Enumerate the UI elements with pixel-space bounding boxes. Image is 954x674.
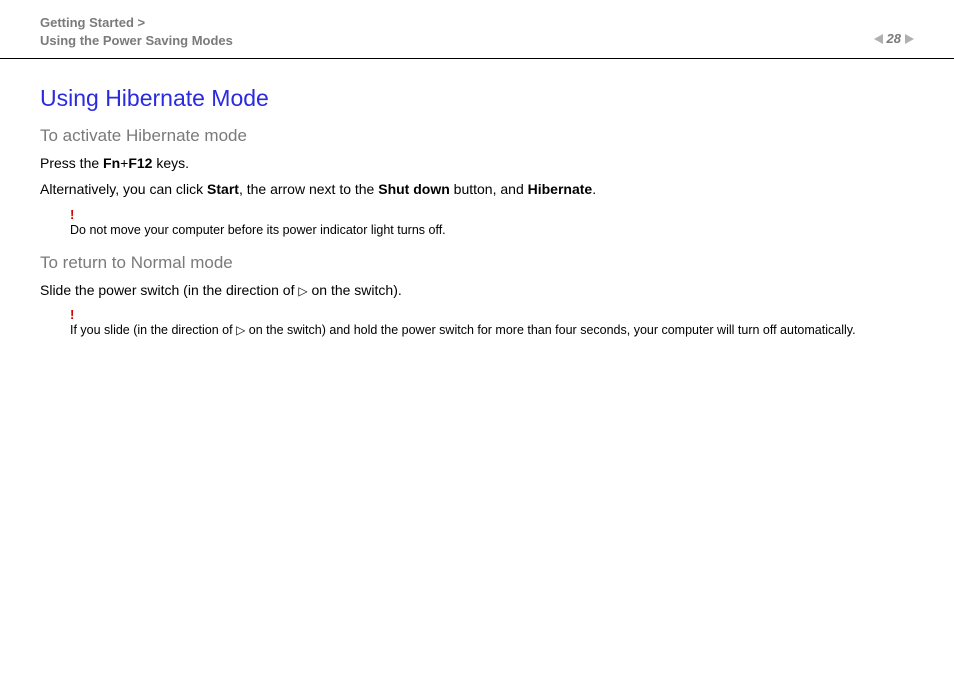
instruction-menu: Alternatively, you can click Start, the … [40, 180, 914, 200]
warning-activate: ! Do not move your computer before its p… [40, 208, 914, 239]
page-navigator: 28 [874, 31, 914, 50]
warning-icon: ! [70, 208, 914, 221]
breadcrumb-line-2: Using the Power Saving Modes [40, 32, 233, 50]
content-area: Using Hibernate Mode To activate Hiberna… [0, 59, 954, 339]
section-heading-activate: To activate Hibernate mode [40, 126, 914, 146]
warning-return: ! If you slide (in the direction of ▷ on… [40, 308, 914, 339]
breadcrumb-line-1: Getting Started > [40, 14, 233, 32]
triangle-right-icon: ▷ [236, 323, 245, 337]
section-heading-return: To return to Normal mode [40, 253, 914, 273]
triangle-right-icon: ▷ [298, 284, 307, 298]
page-header: Getting Started > Using the Power Saving… [0, 0, 954, 59]
breadcrumb: Getting Started > Using the Power Saving… [40, 14, 233, 50]
warning-text: Do not move your computer before its pow… [70, 223, 446, 237]
warning-icon: ! [70, 308, 914, 321]
page-number: 28 [887, 31, 901, 46]
warning-text: If you slide (in the direction of ▷ on t… [70, 323, 856, 337]
instruction-slide: Slide the power switch (in the direction… [40, 281, 914, 301]
instruction-keys: Press the Fn+F12 keys. [40, 154, 914, 174]
page-title: Using Hibernate Mode [40, 85, 914, 112]
next-page-icon[interactable] [905, 34, 914, 44]
prev-page-icon[interactable] [874, 34, 883, 44]
